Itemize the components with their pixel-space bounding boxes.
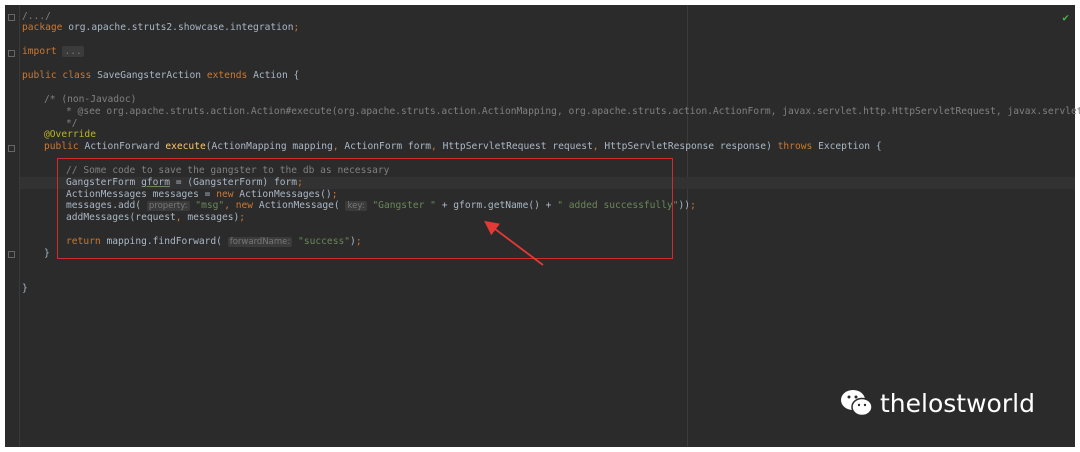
- annotation-arrow: [484, 220, 544, 266]
- watermark: thelostworld: [840, 388, 1035, 418]
- watermark-text: thelostworld: [880, 388, 1035, 418]
- wechat-icon: [841, 390, 873, 417]
